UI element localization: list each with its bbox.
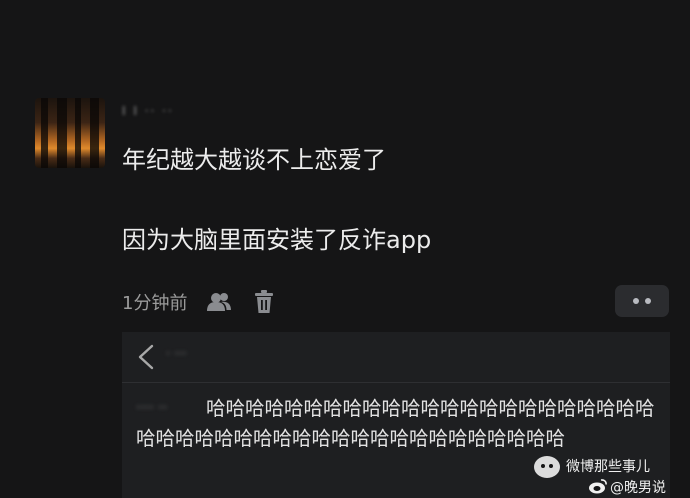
post-username[interactable]: I I ·· ·· — [122, 104, 182, 122]
reply-text: 哈哈哈哈哈哈哈哈哈哈哈哈哈哈哈哈哈哈哈哈哈哈哈哈哈哈哈哈哈哈哈哈哈哈哈哈哈哈哈哈… — [136, 397, 655, 450]
avatar-detail — [90, 98, 99, 168]
post-meta-row: 1分钟前 — [122, 287, 275, 317]
avatar[interactable] — [35, 98, 105, 168]
users-icon[interactable] — [207, 291, 233, 313]
avatar-detail — [41, 98, 48, 168]
post-text-line2: 因为大脑里面安装了反诈app — [122, 226, 432, 254]
watermark-line1: 微博那些事儿 — [566, 459, 650, 475]
avatar-detail — [75, 98, 81, 168]
reply-header-user[interactable]: · ··· — [166, 347, 236, 365]
trash-icon[interactable] — [253, 290, 275, 314]
watermark-line2: @晚男说 — [610, 480, 666, 496]
more-button[interactable] — [615, 285, 669, 317]
post-text-line1: 年纪越大越谈不上恋爱了 — [122, 146, 386, 174]
wechat-icon — [534, 456, 560, 478]
watermark: 微博那些事儿 @晚男说 — [532, 452, 690, 498]
reply-header: · ··· — [122, 332, 670, 383]
more-dots-icon — [633, 298, 651, 304]
chevron-left-icon[interactable] — [136, 344, 156, 374]
avatar-detail — [57, 98, 67, 168]
post-time: 1分钟前 — [122, 293, 188, 314]
weibo-icon — [588, 478, 608, 498]
